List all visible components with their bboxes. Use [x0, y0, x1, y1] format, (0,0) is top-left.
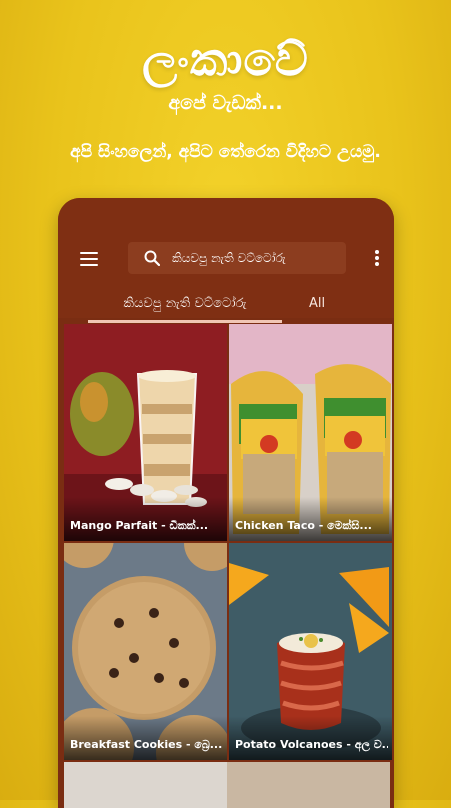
tab-unread-recipes[interactable]: කියවපු නැති වට්ටෝරු	[88, 288, 282, 323]
recipe-title: Chicken Taco - මෙක්සි...	[235, 519, 372, 532]
more-options-icon[interactable]	[374, 250, 380, 268]
recipe-title: Mango Parfait - ඩීකක්...	[70, 519, 209, 532]
recipe-title: Breakfast Cookies - බ්‍රෙ...	[70, 738, 223, 751]
phone-mockup: කියවපු නැති වට්ටෝරු All	[58, 198, 394, 808]
tab-all[interactable]: All	[294, 288, 340, 320]
recipe-card[interactable]: Breakfast Cookies - බ්‍රෙ...	[64, 543, 227, 760]
search-icon	[144, 250, 160, 266]
menu-icon[interactable]	[80, 252, 98, 266]
promo-tagline: අපි සිංහලෙන්, අපිට තේරෙන විදිහට උයමු.	[70, 142, 381, 162]
promo-subtitle: අපේ වැඩක්...	[168, 92, 283, 114]
search-input[interactable]	[172, 242, 340, 274]
next-row-preview	[64, 762, 390, 808]
app-bar: කියවපු නැති වට්ටෝරු All	[58, 198, 394, 323]
recipe-title: Potato Volcanoes - අල ව...	[235, 738, 388, 751]
recipe-grid: Mango Parfait - ඩීකක්... Chicken Taco - …	[64, 324, 392, 760]
promo-title: ලංකාවේ	[142, 32, 309, 86]
recipe-card[interactable]: Potato Volcanoes - අල ව...	[229, 543, 392, 760]
search-bar[interactable]	[128, 242, 346, 274]
recipe-card[interactable]: Chicken Taco - මෙක්සි...	[229, 324, 392, 541]
recipe-card[interactable]: Mango Parfait - ඩීකක්...	[64, 324, 227, 541]
tab-bar: කියවපු නැති වට්ටෝරු All	[58, 288, 394, 323]
